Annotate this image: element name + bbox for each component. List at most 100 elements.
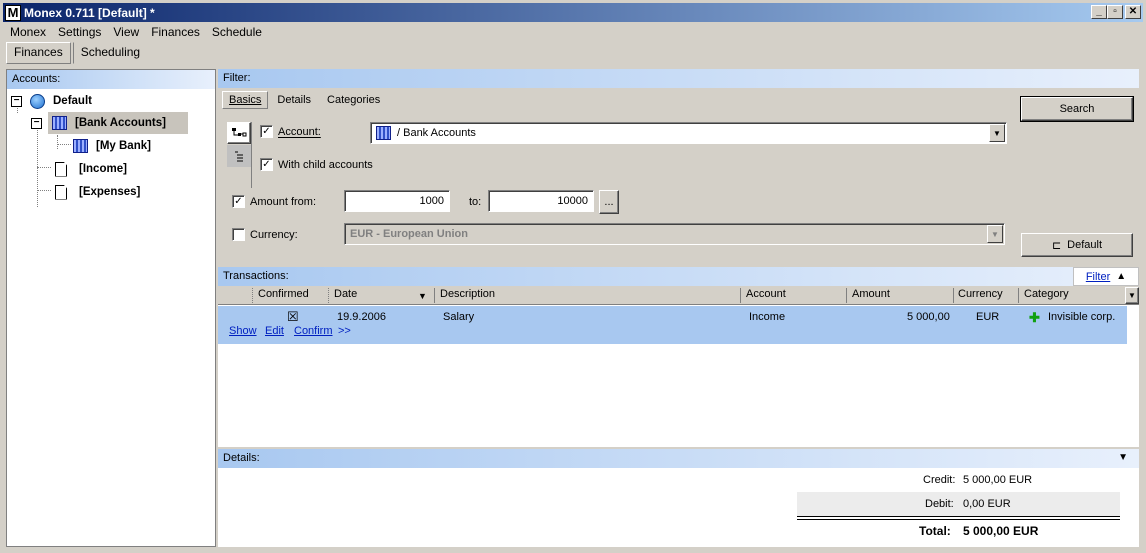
tree-item-label: [Income]: [79, 163, 127, 175]
tree-item-label: [Expenses]: [79, 186, 141, 198]
minimize-icon[interactable]: _: [1091, 5, 1107, 19]
tab-categories[interactable]: Categories: [320, 91, 387, 109]
tree-view-icon[interactable]: [227, 122, 251, 144]
reset-icon: ⊏: [1051, 239, 1062, 252]
menu-finances[interactable]: Finances: [145, 23, 206, 41]
menu-view[interactable]: View: [107, 23, 145, 41]
currency-label: Currency:: [250, 228, 298, 241]
row-account: Income: [749, 311, 786, 323]
close-icon[interactable]: ✕: [1125, 5, 1141, 19]
debit-value: 0,00 EUR: [963, 498, 1011, 510]
table-row[interactable]: ☒ 19.9.2006 Salary Income 5 000,00 EUR ✚…: [218, 306, 1127, 344]
transactions-grid-header: Confirmed Date ▼ Description Account Amo…: [218, 286, 1139, 305]
tree-item-expenses[interactable]: [Expenses]: [55, 182, 140, 202]
row-description: Salary: [443, 311, 475, 323]
search-button[interactable]: Search: [1020, 96, 1134, 122]
menu-settings[interactable]: Settings: [52, 23, 107, 41]
window-title: Monex 0.711 [Default] *: [24, 5, 155, 20]
accounts-header: Accounts:: [7, 70, 215, 89]
globe-icon: [30, 93, 45, 109]
debit-label: Debit:: [925, 498, 954, 510]
collapse-down-icon[interactable]: ▼: [1118, 452, 1128, 465]
amount-options-button[interactable]: ...: [599, 190, 619, 214]
amount-checkbox[interactable]: ✓: [232, 195, 245, 208]
amount-from-input[interactable]: 1000: [344, 190, 450, 212]
col-category[interactable]: Category: [1024, 288, 1069, 300]
col-currency[interactable]: Currency: [958, 288, 1003, 300]
app-icon: M: [5, 4, 21, 21]
row-amount: 5 000,00: [907, 311, 950, 323]
tree-item-my-bank[interactable]: [My Bank]: [73, 136, 151, 156]
col-account[interactable]: Account: [746, 288, 786, 300]
row-date: 19.9.2006: [337, 311, 386, 323]
document-icon: [55, 161, 67, 177]
amount-to-input[interactable]: 10000: [488, 190, 594, 212]
amount-to-label: to:: [469, 196, 482, 208]
col-amount[interactable]: Amount: [852, 288, 890, 300]
tree-item-label: [Bank Accounts]: [75, 117, 166, 129]
menu-monex[interactable]: Monex: [4, 23, 52, 41]
collapse-up-icon[interactable]: ▲: [1116, 271, 1126, 282]
account-value: / Bank Accounts: [397, 127, 476, 139]
col-description[interactable]: Description: [440, 288, 495, 300]
dropdown-arrow-icon[interactable]: ▼: [989, 124, 1005, 142]
tab-finances[interactable]: Finances: [6, 42, 71, 64]
collapse-icon[interactable]: −: [11, 95, 22, 107]
tab-basics[interactable]: Basics: [222, 91, 269, 109]
col-date[interactable]: Date: [334, 288, 357, 300]
child-accounts-label: With child accounts: [278, 158, 373, 171]
document-icon: [55, 184, 67, 200]
tree-item-label: Default: [53, 95, 92, 107]
bank-icon: [52, 116, 67, 130]
confirm-link[interactable]: Confirm: [294, 325, 333, 337]
transactions-header: Transactions:: [218, 267, 1139, 286]
currency-value: EUR - European Union: [350, 228, 468, 240]
account-select[interactable]: / Bank Accounts ▼: [370, 122, 1007, 144]
amount-from-label: Amount from:: [250, 195, 317, 208]
account-checkbox[interactable]: ✓: [260, 125, 273, 138]
collapse-icon[interactable]: −: [31, 117, 42, 129]
tree-item-bank-accounts[interactable]: − [Bank Accounts]: [31, 112, 188, 134]
details-panel: Details: ▼ Credit: 5 000,00 EUR Debit: 0…: [218, 449, 1139, 547]
default-button[interactable]: ⊏ Default: [1021, 233, 1133, 257]
credit-label: Credit:: [923, 474, 956, 486]
column-chooser-icon[interactable]: ▼: [1125, 287, 1139, 304]
tree-item-label: [My Bank]: [96, 140, 151, 152]
dropdown-arrow-icon[interactable]: ▼: [987, 225, 1003, 243]
row-category: Invisible corp.: [1048, 311, 1116, 323]
edit-link[interactable]: Edit: [265, 325, 284, 337]
currency-checkbox[interactable]: [232, 228, 245, 241]
details-header-label: Details:: [223, 452, 260, 464]
tab-details[interactable]: Details: [270, 91, 318, 109]
currency-select[interactable]: EUR - European Union ▼: [344, 223, 1005, 245]
tree-item-default[interactable]: − Default: [11, 91, 92, 111]
confirmed-checkbox[interactable]: ☒: [287, 310, 299, 323]
credit-value: 5 000,00 EUR: [963, 474, 1033, 486]
window-title-bar[interactable]: M Monex 0.711 [Default] * _ ▫ ✕: [3, 3, 1143, 22]
filter-tabs: Basics Details Categories: [222, 91, 389, 109]
filter-header: Filter:: [218, 69, 1139, 88]
total-value: 5 000,00 EUR: [963, 524, 1039, 538]
menu-bar: Monex Settings View Finances Schedule: [4, 23, 268, 41]
row-currency: EUR: [976, 311, 1000, 323]
default-button-label: Default: [1067, 239, 1103, 251]
account-label: Account:: [278, 125, 321, 138]
col-confirmed[interactable]: Confirmed: [258, 288, 309, 300]
tree-item-income[interactable]: [Income]: [55, 159, 127, 179]
filter-panel: Filter: Basics Details Categories ✓ Acco…: [218, 69, 1139, 265]
sort-desc-icon: ▼: [418, 291, 427, 301]
main-tabs: Finances Scheduling: [6, 42, 148, 64]
show-link[interactable]: Show: [229, 325, 257, 337]
bank-icon: [73, 139, 88, 153]
details-header: Details: ▼: [218, 449, 1139, 468]
more-actions-link[interactable]: >>: [338, 325, 351, 337]
menu-schedule[interactable]: Schedule: [206, 23, 268, 41]
bank-icon: [376, 126, 391, 140]
list-view-icon[interactable]: [227, 145, 251, 167]
tab-scheduling[interactable]: Scheduling: [72, 42, 148, 64]
child-accounts-checkbox[interactable]: ✓: [260, 158, 273, 171]
filter-toggle-link[interactable]: Filter: [1086, 271, 1110, 283]
maximize-icon[interactable]: ▫: [1107, 5, 1123, 19]
accounts-panel: Accounts: − Default − [Bank Accounts] [M…: [6, 69, 216, 547]
transactions-panel: Transactions: Filter ▲ Confirmed Date ▼ …: [218, 267, 1139, 447]
